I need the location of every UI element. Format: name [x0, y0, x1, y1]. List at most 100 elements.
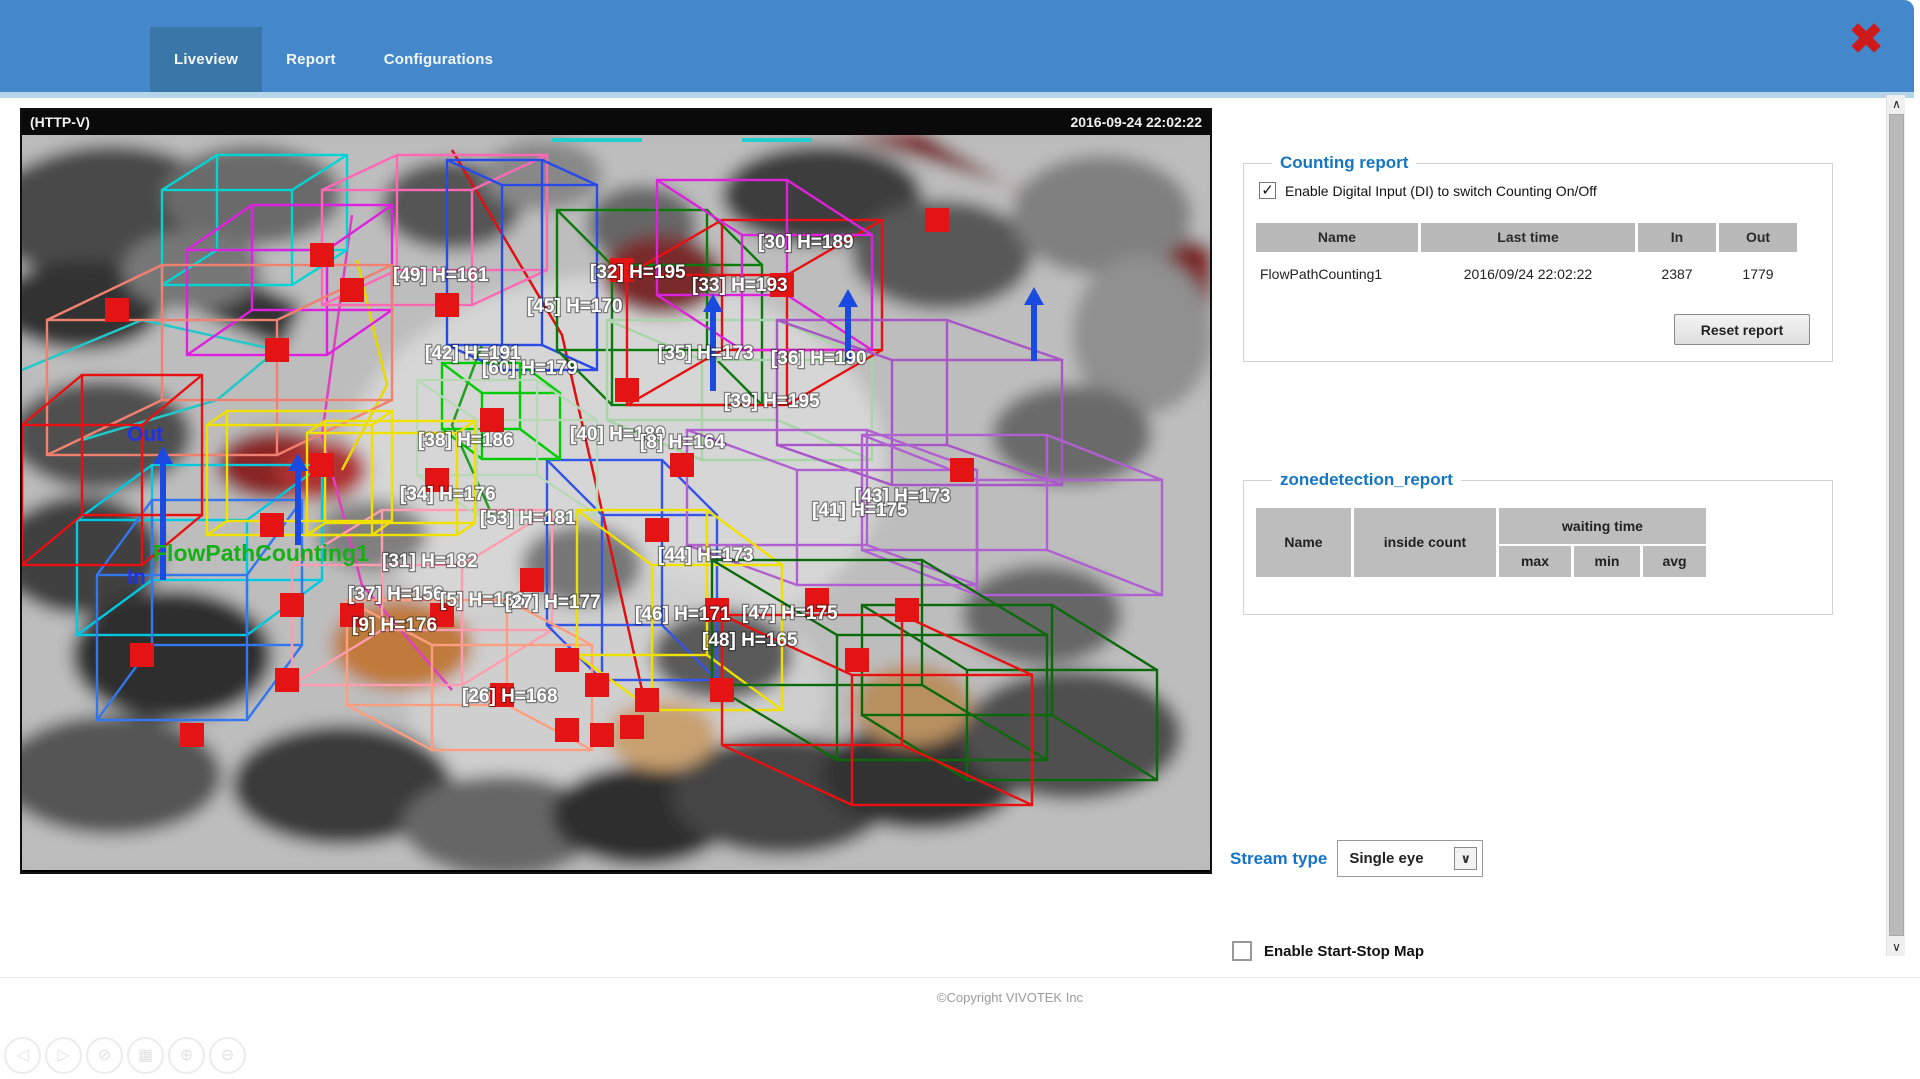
head-marker	[710, 678, 734, 702]
detection-label: [53] H=181	[480, 508, 576, 529]
detection-label: [8] H=164	[640, 432, 725, 453]
head-marker	[310, 243, 334, 267]
vertical-scrollbar[interactable]: ∧ ∨	[1886, 95, 1905, 956]
head-marker	[180, 723, 204, 747]
scroll-up-icon[interactable]: ∧	[1887, 95, 1906, 113]
head-marker	[130, 643, 154, 667]
start-stop-map-row: Enable Start-Stop Map	[1232, 941, 1424, 961]
stream-type-select[interactable]: Single eye ∨	[1337, 840, 1483, 877]
detection-label: [9] H=176	[352, 615, 437, 636]
zone-col-avg: avg	[1643, 546, 1706, 577]
detection-label: [46] H=171	[635, 604, 731, 625]
liveview-page: Liveview Report Configurations ✖ (HTTP-V…	[0, 0, 1920, 1079]
head-marker	[275, 668, 299, 692]
stream-type-row: Stream type Single eye ∨	[1230, 840, 1483, 877]
head-marker	[895, 598, 919, 622]
video-timestamp: 2016-09-24 22:02:22	[1070, 114, 1202, 130]
stream-type-value: Single eye	[1349, 850, 1423, 867]
di-switch-row: ✓ Enable Digital Input (DI) to switch Co…	[1259, 182, 1597, 199]
col-last-time: Last time	[1421, 223, 1635, 252]
zone-col-max: max	[1499, 546, 1571, 577]
flow-in-label: In	[127, 566, 146, 589]
tab-report[interactable]: Report	[262, 27, 360, 92]
close-icon[interactable]: ✖	[1836, 10, 1896, 70]
back-icon[interactable]: ◁	[4, 1037, 41, 1074]
start-stop-map-checkbox[interactable]	[1232, 941, 1252, 961]
head-marker	[340, 278, 364, 302]
video-frame: (HTTP-V) 2016-09-24 22:02:22	[20, 108, 1212, 874]
detection-label: [26] H=168	[462, 686, 558, 707]
play-icon[interactable]: ▷	[45, 1037, 82, 1074]
counting-table-row: FlowPathCounting1 2016/09/24 22:02:22 23…	[1256, 259, 1797, 289]
zone-col-name: Name	[1256, 508, 1351, 577]
head-marker	[265, 338, 289, 362]
chevron-down-icon[interactable]: ∨	[1454, 847, 1477, 870]
head-marker	[670, 453, 694, 477]
copyright-text: ©Copyright VIVOTEK Inc	[860, 990, 1160, 1005]
zone-detection-title: zonedetection_report	[1272, 470, 1461, 490]
waiting-time-header: waiting time	[1499, 508, 1706, 544]
flow-path-name-label: FlowPathCounting1	[153, 540, 369, 566]
col-out: Out	[1719, 223, 1797, 252]
stream-type-label: Stream type	[1230, 849, 1327, 869]
head-marker	[105, 298, 129, 322]
start-stop-map-label: Enable Start-Stop Map	[1264, 943, 1424, 960]
head-marker	[845, 648, 869, 672]
head-marker	[645, 518, 669, 542]
zoom-in-icon[interactable]: ⊕	[168, 1037, 205, 1074]
head-marker	[925, 208, 949, 232]
last-time-value: 2016/09/24 22:02:22	[1421, 259, 1635, 289]
detection-label: [48] H=165	[702, 630, 798, 651]
head-marker	[635, 688, 659, 712]
grid-icon[interactable]: ▦	[127, 1037, 164, 1074]
detection-label: [27] H=177	[505, 592, 601, 613]
detection-label: [44] H=173	[658, 545, 754, 566]
scrollbar-thumb[interactable]	[1889, 114, 1904, 936]
detection-label: [33] H=193	[692, 275, 788, 296]
scroll-down-icon[interactable]: ∨	[1887, 938, 1906, 956]
detection-label: [36] H=190	[771, 348, 867, 369]
stream-protocol-label: (HTTP-V)	[30, 114, 90, 130]
video-canvas[interactable]: [49] H=161 [32] H=195 [33] H=193 [30] H=189…	[22, 135, 1210, 870]
detection-label: [49] H=161	[393, 265, 489, 286]
di-checkbox-label: Enable Digital Input (DI) to switch Coun…	[1285, 183, 1597, 199]
detection-label: [32] H=195	[590, 262, 686, 283]
out-count-value: 1779	[1719, 259, 1797, 289]
header-bar: Liveview Report Configurations ✖	[0, 0, 1914, 92]
flow-out-label: Out	[127, 423, 163, 446]
di-checkbox[interactable]: ✓	[1259, 182, 1276, 199]
corner-toolbar: ◁ ▷ ⊘ ▦ ⊕ ⊖	[4, 1037, 246, 1074]
zone-col-waiting-time: waiting time max min avg	[1499, 508, 1706, 577]
head-marker	[435, 293, 459, 317]
head-marker	[480, 408, 504, 432]
reset-report-button[interactable]: Reset report	[1674, 314, 1810, 345]
zone-col-inside-count: inside count	[1354, 508, 1496, 577]
in-count-value: 2387	[1638, 259, 1716, 289]
tab-bar: Liveview Report Configurations	[150, 27, 517, 92]
detection-label: [37] H=156	[348, 584, 444, 605]
detection-label: [39] H=195	[724, 391, 820, 412]
detection-label: [31] H=182	[382, 551, 478, 572]
detection-label: [30] H=189	[758, 232, 854, 253]
zone-table-header: Name inside count waiting time max min a…	[1256, 508, 1706, 577]
head-marker	[620, 715, 644, 739]
head-marker	[520, 568, 544, 592]
zone-col-min: min	[1574, 546, 1640, 577]
tab-liveview[interactable]: Liveview	[150, 27, 262, 92]
counting-table-header: Name Last time In Out	[1256, 223, 1797, 252]
edit-icon[interactable]: ⊘	[86, 1037, 123, 1074]
detection-label: [38] H=186	[418, 430, 514, 451]
head-marker	[590, 723, 614, 747]
head-marker	[280, 593, 304, 617]
head-marker	[310, 453, 334, 477]
detection-label: [45] H=170	[527, 296, 623, 317]
zoom-out-icon[interactable]: ⊖	[209, 1037, 246, 1074]
tab-configurations[interactable]: Configurations	[360, 27, 517, 92]
head-marker	[555, 648, 579, 672]
zone-detection-panel: zonedetection_report Name inside count w…	[1243, 480, 1833, 615]
counting-report-panel: Counting report ✓ Enable Digital Input (…	[1243, 163, 1833, 362]
rule-name-link[interactable]: FlowPathCounting1	[1256, 259, 1418, 289]
detection-label: [47] H=175	[742, 603, 838, 624]
video-titlebar: (HTTP-V) 2016-09-24 22:02:22	[22, 110, 1210, 135]
col-in: In	[1638, 223, 1716, 252]
